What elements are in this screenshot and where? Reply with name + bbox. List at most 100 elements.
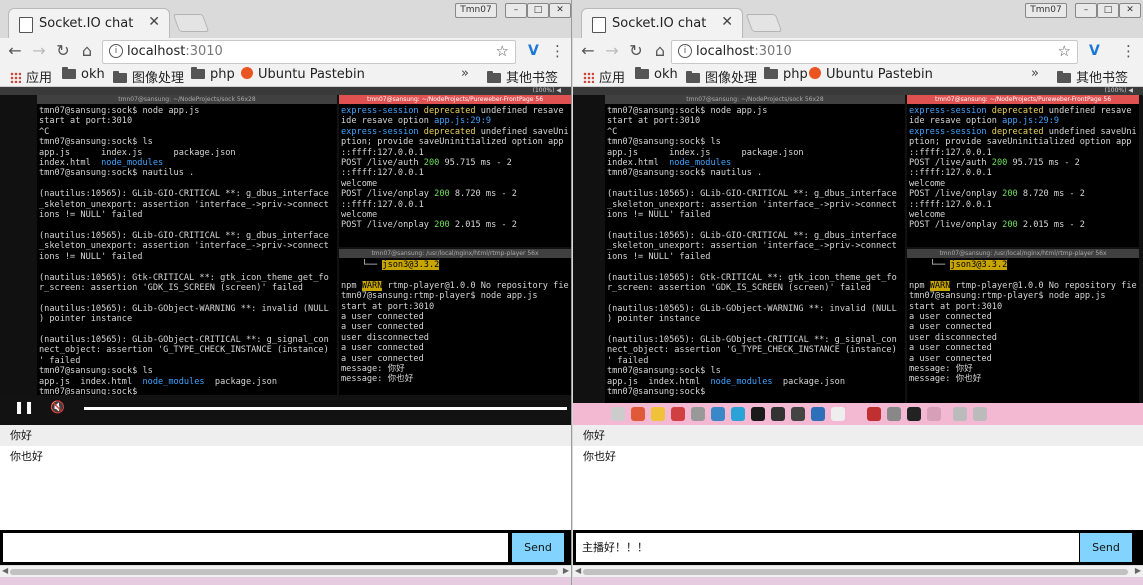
bookmark-apps[interactable]: 应用: [10, 67, 52, 86]
list-item: 你好: [0, 425, 571, 446]
video-progress-bar[interactable]: [84, 407, 567, 410]
scrollbar-thumb[interactable]: [10, 569, 558, 575]
app-icon[interactable]: [953, 407, 967, 421]
terminal-title: tmn07@sansung: ~/NodeProjects/sock 56x28: [37, 95, 337, 104]
info-icon[interactable]: i: [678, 44, 692, 58]
ubuntu-icon: [809, 67, 821, 79]
bookmark-apps[interactable]: 应用: [583, 67, 625, 86]
list-item: 你也好: [10, 450, 43, 463]
bookmark-ubuntu-pastebin[interactable]: Ubuntu Pastebin: [241, 67, 365, 82]
minimize-button[interactable]: –: [1075, 3, 1097, 18]
telegram-icon[interactable]: [731, 407, 745, 421]
close-window-button[interactable]: ✕: [549, 3, 571, 18]
live-video-player[interactable]: (100%) ◀ tmn07@sansung: ~/NodeProjects/s…: [0, 87, 571, 425]
chrome-icon[interactable]: [651, 407, 665, 421]
maximize-button[interactable]: □: [527, 3, 549, 18]
close-tab-icon[interactable]: ✕: [148, 14, 160, 30]
app-icon[interactable]: [711, 407, 725, 421]
maximize-button[interactable]: □: [1097, 3, 1119, 18]
app-icon[interactable]: [907, 407, 921, 421]
terminal-output: └── json3@3.3.2 npm WARN rtmp-player@1.0…: [909, 260, 1137, 385]
reload-icon[interactable]: ↻: [54, 41, 72, 60]
send-button[interactable]: Send: [1080, 533, 1132, 562]
scroll-left-icon[interactable]: ◀: [575, 566, 581, 575]
more-bookmarks-icon[interactable]: »: [1031, 66, 1039, 81]
app-icon[interactable]: [611, 407, 625, 421]
page-icon: [592, 17, 606, 33]
terminal-server-log: tmn07@sansung: ~/NodeProjects/Pureweber-…: [907, 95, 1139, 247]
apps-grid-icon: [583, 72, 594, 83]
apps-grid-icon: [10, 72, 21, 83]
bookmark-php[interactable]: php: [764, 67, 808, 82]
app-icon[interactable]: [671, 407, 685, 421]
mute-icon[interactable]: 🔇: [50, 400, 65, 414]
profile-button[interactable]: Tmn07: [455, 3, 497, 18]
desktop-top-bar: (100%) ◀: [573, 87, 1143, 95]
menu-dots-icon[interactable]: ⋮: [550, 42, 565, 60]
minimize-button[interactable]: –: [505, 3, 527, 18]
chat-form: 主播好！！！ Send: [573, 530, 1143, 565]
scroll-right-icon[interactable]: ▶: [1135, 566, 1141, 575]
extension-v-icon[interactable]: V: [528, 43, 539, 59]
new-tab-button[interactable]: [172, 14, 210, 32]
bookmark-star-icon[interactable]: ☆: [496, 42, 509, 60]
desktop-top-bar: (100%) ◀: [0, 87, 571, 95]
other-bookmarks[interactable]: 其他书签: [487, 67, 558, 86]
browser-window-right: Socket.IO chat ✕ Tmn07 – □ ✕ ← → ↻ ⌂ i l…: [573, 0, 1143, 585]
address-bar[interactable]: i localhost:3010 ☆: [671, 40, 1078, 64]
more-bookmarks-icon[interactable]: »: [461, 66, 469, 81]
home-icon[interactable]: ⌂: [78, 41, 96, 60]
reload-icon[interactable]: ↻: [627, 41, 645, 60]
bookmark-image-processing[interactable]: 图像处理: [686, 67, 757, 86]
address-bar[interactable]: i localhost:3010 ☆: [102, 40, 516, 64]
bookmark-php[interactable]: php: [191, 67, 235, 82]
app-icon[interactable]: [811, 407, 825, 421]
app-icon[interactable]: [631, 407, 645, 421]
send-button[interactable]: Send: [512, 533, 564, 562]
bookmark-okh[interactable]: okh: [62, 67, 105, 82]
scrollbar-thumb[interactable]: [583, 569, 1128, 575]
pause-icon[interactable]: ❚❚: [14, 400, 34, 414]
app-icon[interactable]: [887, 407, 901, 421]
app-icon[interactable]: [751, 407, 765, 421]
home-icon[interactable]: ⌂: [651, 41, 669, 60]
folder-icon: [62, 67, 76, 79]
app-icon[interactable]: [867, 407, 881, 421]
tab-socketio-chat[interactable]: Socket.IO chat ✕: [8, 8, 170, 39]
message-input[interactable]: [3, 533, 508, 562]
info-icon[interactable]: i: [109, 44, 123, 58]
new-tab-button[interactable]: [745, 14, 783, 32]
forward-arrow-icon[interactable]: →: [603, 41, 621, 60]
extension-v-icon[interactable]: V: [1089, 43, 1100, 59]
scroll-right-icon[interactable]: ▶: [563, 566, 569, 575]
forward-arrow-icon[interactable]: →: [30, 41, 48, 60]
message-input[interactable]: 主播好！！！: [576, 533, 1079, 562]
bookmark-star-icon[interactable]: ☆: [1058, 42, 1071, 60]
back-arrow-icon[interactable]: ←: [579, 41, 597, 60]
bookmark-ubuntu-pastebin[interactable]: Ubuntu Pastebin: [809, 67, 933, 82]
folder-icon: [635, 67, 649, 79]
app-icon[interactable]: [973, 407, 987, 421]
app-icon[interactable]: [771, 407, 785, 421]
close-tab-icon[interactable]: ✕: [721, 14, 733, 30]
menu-dots-icon[interactable]: ⋮: [1121, 42, 1136, 60]
app-icon[interactable]: [691, 407, 705, 421]
app-icon[interactable]: [791, 407, 805, 421]
profile-button[interactable]: Tmn07: [1025, 3, 1067, 18]
terminal-server-log: tmn07@sansung: ~/NodeProjects/Pureweber-…: [339, 95, 571, 247]
back-arrow-icon[interactable]: ←: [6, 41, 24, 60]
bookmark-okh[interactable]: okh: [635, 67, 678, 82]
tab-strip: Socket.IO chat ✕ Tmn07 – □ ✕: [0, 0, 571, 39]
terminal-rtmp-player: tmn07@sansung: /usr/local/nginx/html/rtm…: [907, 249, 1139, 403]
bookmark-image-processing[interactable]: 图像处理: [113, 67, 184, 86]
app-icon[interactable]: [831, 407, 845, 421]
live-video-player[interactable]: (100%) ◀ tmn07@sansung: ~/NodeProjects/s…: [573, 87, 1143, 425]
folder-icon: [113, 71, 127, 83]
app-icon[interactable]: [927, 407, 941, 421]
other-bookmarks[interactable]: 其他书签: [1057, 67, 1128, 86]
close-window-button[interactable]: ✕: [1119, 3, 1141, 18]
terminal-rtmp-player: tmn07@sansung: /usr/local/nginx/html/rtm…: [339, 249, 571, 395]
tab-socketio-chat[interactable]: Socket.IO chat ✕: [581, 8, 743, 39]
video-controls: ❚❚ 🔇: [0, 397, 571, 419]
scroll-left-icon[interactable]: ◀: [2, 566, 8, 575]
